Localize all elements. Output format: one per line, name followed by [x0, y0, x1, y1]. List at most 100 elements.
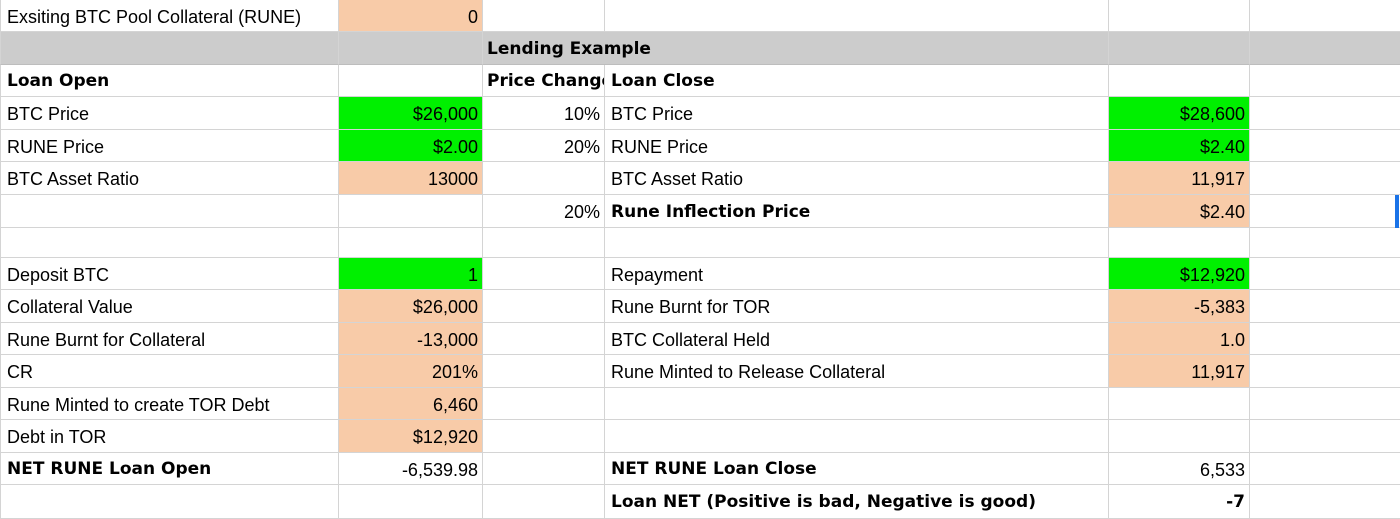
header-cell[interactable] — [339, 32, 483, 65]
loan-close-header[interactable]: Loan Close — [605, 65, 1109, 97]
empty-cell[interactable] — [339, 65, 483, 97]
close-rune-price-label[interactable]: RUNE Price — [605, 130, 1109, 162]
open-asset-ratio-label[interactable]: BTC Asset Ratio — [0, 162, 339, 195]
net-loan-open-label[interactable]: NET RUNE Loan Open — [0, 453, 339, 485]
rune-minted-release-label[interactable]: Rune Minted to Release Collateral — [605, 355, 1109, 388]
existing-pool-label[interactable]: Exsiting BTC Pool Collateral (RUNE) — [0, 0, 339, 32]
close-btc-price-label[interactable]: BTC Price — [605, 97, 1109, 130]
rune-burnt-tor-value[interactable]: -5,383 — [1109, 290, 1250, 323]
close-asset-ratio-label[interactable]: BTC Asset Ratio — [605, 162, 1109, 195]
header-cell[interactable] — [1250, 32, 1400, 65]
btc-price-change[interactable]: 10% — [483, 97, 605, 130]
empty-cell[interactable] — [605, 388, 1109, 420]
row-9: Deposit BTC 1 Repayment $12,920 — [0, 258, 1400, 290]
collateral-held-label[interactable]: BTC Collateral Held — [605, 323, 1109, 355]
net-loan-close-value[interactable]: 6,533 — [1109, 453, 1250, 485]
empty-cell[interactable] — [1109, 228, 1250, 258]
close-rune-price-value[interactable]: $2.40 — [1109, 130, 1250, 162]
empty-cell[interactable] — [0, 228, 339, 258]
empty-cell[interactable] — [1250, 355, 1400, 388]
rune-minted-tor-value[interactable]: 6,460 — [339, 388, 483, 420]
rune-minted-tor-label[interactable]: Rune Minted to create TOR Debt — [0, 388, 339, 420]
empty-cell[interactable] — [1250, 323, 1400, 355]
empty-cell[interactable] — [1250, 485, 1400, 519]
empty-cell[interactable] — [0, 485, 339, 519]
existing-pool-value[interactable]: 0 — [339, 0, 483, 32]
open-btc-price-value[interactable]: $26,000 — [339, 97, 483, 130]
spreadsheet-grid: Exsiting BTC Pool Collateral (RUNE) 0 Le… — [0, 0, 1400, 519]
rune-inflection-value[interactable]: $2.40 — [1109, 195, 1250, 228]
collateral-value-label[interactable]: Collateral Value — [0, 290, 339, 323]
lending-example-title[interactable]: Lending Example — [483, 32, 1109, 65]
rune-burnt-collateral-value[interactable]: -13,000 — [339, 323, 483, 355]
row-16: Loan NET (Positive is bad, Negative is g… — [0, 485, 1400, 519]
empty-cell[interactable] — [1109, 388, 1250, 420]
rune-inflection-label[interactable]: Rune Inflection Price — [605, 195, 1109, 228]
empty-cell[interactable] — [1250, 195, 1400, 228]
empty-cell[interactable] — [0, 195, 339, 228]
empty-cell[interactable] — [605, 420, 1109, 453]
empty-cell[interactable] — [605, 0, 1109, 32]
debt-tor-value[interactable]: $12,920 — [339, 420, 483, 453]
empty-cell[interactable] — [605, 228, 1109, 258]
empty-cell[interactable] — [1250, 162, 1400, 195]
header-cell[interactable] — [1109, 32, 1250, 65]
inflection-change[interactable]: 20% — [483, 195, 605, 228]
empty-cell[interactable] — [1250, 290, 1400, 323]
net-loan-open-value[interactable]: -6,539.98 — [339, 453, 483, 485]
repayment-value[interactable]: $12,920 — [1109, 258, 1250, 290]
empty-cell[interactable] — [1250, 97, 1400, 130]
row-6: BTC Asset Ratio 13000 BTC Asset Ratio 11… — [0, 162, 1400, 195]
empty-cell[interactable] — [339, 195, 483, 228]
rune-burnt-collateral-label[interactable]: Rune Burnt for Collateral — [0, 323, 339, 355]
rune-burnt-tor-label[interactable]: Rune Burnt for TOR — [605, 290, 1109, 323]
collateral-value-value[interactable]: $26,000 — [339, 290, 483, 323]
net-loan-close-label[interactable]: NET RUNE Loan Close — [605, 453, 1109, 485]
empty-cell[interactable] — [483, 388, 605, 420]
empty-cell[interactable] — [483, 0, 605, 32]
deposit-btc-value[interactable]: 1 — [339, 258, 483, 290]
loan-net-value[interactable]: -7 — [1109, 485, 1250, 519]
empty-cell[interactable] — [483, 355, 605, 388]
header-cell[interactable] — [0, 32, 339, 65]
empty-cell[interactable] — [1250, 228, 1400, 258]
open-asset-ratio-value[interactable]: 13000 — [339, 162, 483, 195]
price-change-header[interactable]: Price Change — [483, 65, 605, 97]
debt-tor-label[interactable]: Debt in TOR — [0, 420, 339, 453]
empty-cell[interactable] — [1250, 453, 1400, 485]
close-asset-ratio-value[interactable]: 11,917 — [1109, 162, 1250, 195]
repayment-label[interactable]: Repayment — [605, 258, 1109, 290]
empty-cell[interactable] — [1250, 0, 1400, 32]
empty-cell[interactable] — [1109, 420, 1250, 453]
empty-cell[interactable] — [483, 290, 605, 323]
empty-cell[interactable] — [1250, 388, 1400, 420]
empty-cell[interactable] — [483, 228, 605, 258]
open-btc-price-label[interactable]: BTC Price — [0, 97, 339, 130]
empty-cell[interactable] — [1250, 130, 1400, 162]
empty-cell[interactable] — [483, 485, 605, 519]
rune-minted-release-value[interactable]: 11,917 — [1109, 355, 1250, 388]
empty-cell[interactable] — [1250, 420, 1400, 453]
loan-net-label[interactable]: Loan NET (Positive is bad, Negative is g… — [605, 485, 1109, 519]
collateral-held-value[interactable]: 1.0 — [1109, 323, 1250, 355]
empty-cell[interactable] — [1109, 0, 1250, 32]
deposit-btc-label[interactable]: Deposit BTC — [0, 258, 339, 290]
cr-label[interactable]: CR — [0, 355, 339, 388]
empty-cell[interactable] — [1250, 258, 1400, 290]
rune-price-change[interactable]: 20% — [483, 130, 605, 162]
open-rune-price-value[interactable]: $2.00 — [339, 130, 483, 162]
empty-cell[interactable] — [1109, 65, 1250, 97]
empty-cell[interactable] — [483, 323, 605, 355]
empty-cell[interactable] — [483, 453, 605, 485]
empty-cell[interactable] — [1250, 65, 1400, 97]
empty-cell[interactable] — [483, 258, 605, 290]
empty-cell[interactable] — [339, 228, 483, 258]
close-btc-price-value[interactable]: $28,600 — [1109, 97, 1250, 130]
empty-cell[interactable] — [483, 420, 605, 453]
empty-cell[interactable] — [339, 485, 483, 519]
empty-cell[interactable] — [483, 162, 605, 195]
loan-open-header[interactable]: Loan Open — [0, 65, 339, 97]
cr-value[interactable]: 201% — [339, 355, 483, 388]
open-rune-price-label[interactable]: RUNE Price — [0, 130, 339, 162]
row-5: RUNE Price $2.00 20% RUNE Price $2.40 — [0, 130, 1400, 162]
